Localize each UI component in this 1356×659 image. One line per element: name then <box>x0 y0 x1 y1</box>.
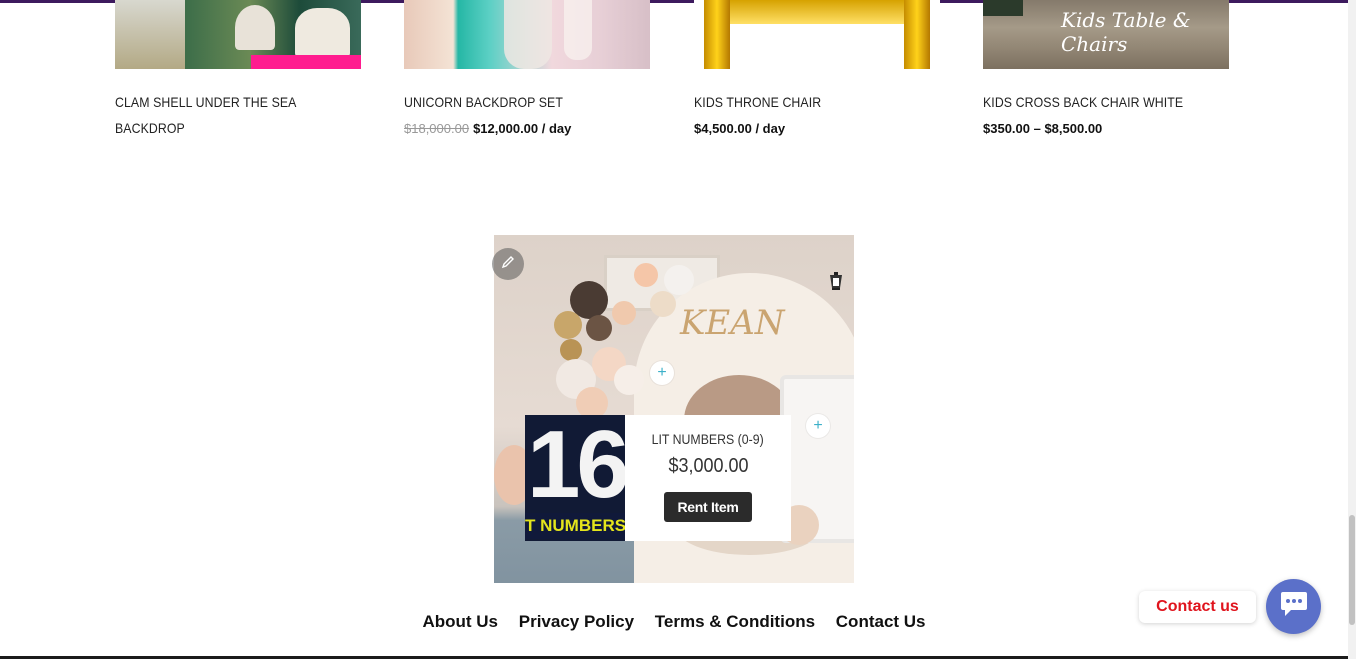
product-price: $350.00 – $8,500.00 <box>983 121 1229 136</box>
product-image[interactable] <box>115 0 361 69</box>
balloon <box>586 315 612 341</box>
plus-icon: + <box>813 417 823 434</box>
scrollbar-thumb[interactable] <box>1349 515 1355 625</box>
balloon <box>560 339 582 361</box>
old-price: $18,000.00 <box>404 121 470 136</box>
product-title[interactable]: KIDS CROSS BACK CHAIR WHITE <box>983 89 1199 115</box>
popup-product-thumbnail[interactable]: 16 T NUMBERS <box>525 415 626 541</box>
balloon <box>614 365 644 395</box>
product-price: $4,500.00 / day <box>694 121 940 136</box>
product-popup: LIT NUMBERS (0-9) $3,000.00 Rent Item <box>625 415 791 541</box>
product-card-clam-shell[interactable]: CLAM SHELL UNDER THE SEA BACKDROP <box>115 0 361 141</box>
contact-us-label[interactable]: Contact us <box>1139 591 1256 623</box>
product-title[interactable]: KIDS THRONE CHAIR <box>694 89 910 115</box>
balloon <box>650 291 676 317</box>
product-card-unicorn[interactable]: UNICORN BACKDROP SET $18,000.00 $12,000.0… <box>404 0 650 136</box>
chat-bubble-icon <box>1279 590 1309 623</box>
current-price: $350.00 – $8,500.00 <box>983 121 1103 136</box>
product-image[interactable] <box>694 0 940 69</box>
lamp-icon <box>826 272 846 294</box>
popup-price: $3,000.00 <box>667 455 749 477</box>
popup-title[interactable]: LIT NUMBERS (0-9) <box>652 431 764 447</box>
current-price: $12,000.00 / day <box>473 121 572 136</box>
rent-item-button[interactable]: Rent Item <box>664 492 752 522</box>
image-watermark: Kids Table & Chairs <box>1061 8 1191 56</box>
product-price: $18,000.00 $12,000.00 / day <box>404 121 650 136</box>
product-image[interactable]: Kids Table & Chairs <box>983 0 1229 69</box>
image-name-sign: KEAN <box>680 303 785 343</box>
product-title[interactable]: UNICORN BACKDROP SET <box>404 89 620 115</box>
edit-pencil-button[interactable] <box>492 248 524 280</box>
thumb-caption: T NUMBERS <box>525 513 626 539</box>
hotspot-plus-button[interactable]: + <box>806 414 830 438</box>
chat-button[interactable] <box>1266 579 1321 634</box>
product-title[interactable]: CLAM SHELL UNDER THE SEA BACKDROP <box>115 89 331 141</box>
balloon <box>554 311 582 339</box>
thumb-number: 16 <box>527 415 626 518</box>
balloon <box>612 301 636 325</box>
footer-link-privacy[interactable]: Privacy Policy <box>519 612 634 631</box>
footer-link-terms[interactable]: Terms & Conditions <box>655 612 815 631</box>
product-card-throne-chair[interactable]: KIDS THRONE CHAIR $4,500.00 / day <box>694 0 940 136</box>
footer-link-about[interactable]: About Us <box>422 612 498 631</box>
page-scrollbar[interactable] <box>1348 0 1356 659</box>
footer-link-contact[interactable]: Contact Us <box>836 612 926 631</box>
product-card-cross-back-chair[interactable]: Kids Table & Chairs KIDS CROSS BACK CHAI… <box>983 0 1229 136</box>
current-price: $4,500.00 / day <box>694 121 786 136</box>
balloon <box>634 263 658 287</box>
plus-icon: + <box>657 364 667 381</box>
pencil-icon <box>501 255 515 274</box>
product-image[interactable] <box>404 0 650 69</box>
hotspot-plus-button[interactable]: + <box>650 361 674 385</box>
balloon <box>664 265 694 295</box>
